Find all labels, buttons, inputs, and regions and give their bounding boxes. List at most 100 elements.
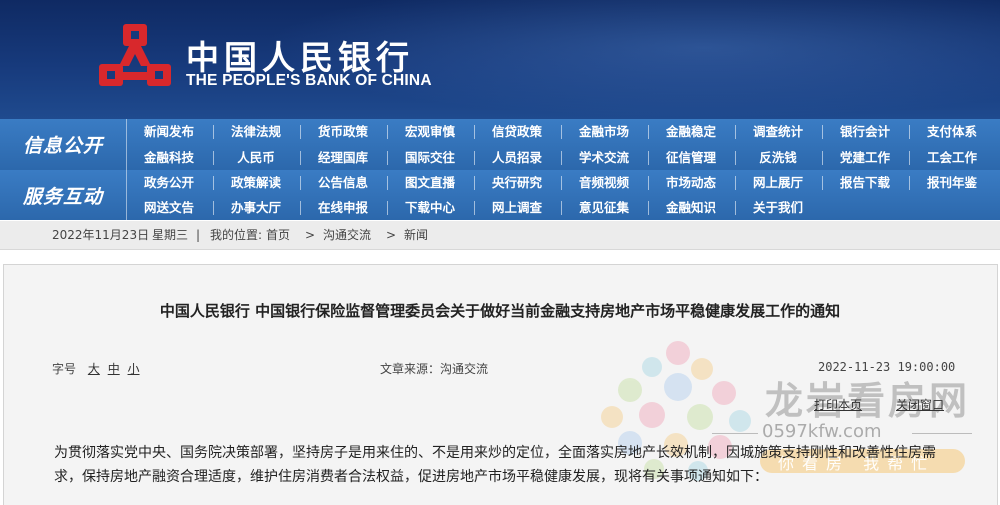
pboc-logo-icon[interactable] [95, 22, 175, 94]
current-date: 2022年11月23日 [52, 228, 150, 242]
nav-separator [300, 151, 301, 165]
breadcrumb-arrow: > [305, 228, 316, 242]
nav-item-group1-row2-5[interactable]: 学术交流 [561, 145, 647, 170]
breadcrumb-bar: 2022年11月23日 星期三 | 我的位置: 首页 > 沟通交流 > 新闻 [0, 221, 1000, 250]
article-paragraph: 为贯彻落实党中央、国务院决策部署，坚持房子是用来住的、不是用来炒的定位，全面落实… [54, 445, 936, 485]
nav-item-group1-row2-3[interactable]: 国际交往 [387, 145, 473, 170]
nav-separator [909, 151, 910, 165]
nav-item-group2-row2-0[interactable]: 网送文告 [126, 195, 212, 220]
nav-separator [735, 151, 736, 165]
print-page-link[interactable]: 打印本页 [814, 396, 862, 413]
nav-group-service-interaction: 服务互动 政务公开 政策解读 公告信息 图文直播 央行研究 音频视频 市场动态 网上展厅 报告下… [0, 170, 1000, 221]
nav-separator [213, 176, 214, 190]
nav-separator [474, 151, 475, 165]
nav-separator [822, 176, 823, 190]
nav-separator [648, 151, 649, 165]
nav-separator [648, 176, 649, 190]
nav-item-group1-row2-1[interactable]: 人民币 [213, 145, 299, 170]
nav-separator [387, 151, 388, 165]
nav-separator [213, 125, 214, 139]
font-size-small-link[interactable]: 小 [128, 362, 140, 376]
font-size-label: 字号 [52, 362, 77, 376]
nav-separator [387, 201, 388, 215]
nav-item-group1-row1-4[interactable]: 信贷政策 [474, 119, 560, 144]
nav-separator [822, 151, 823, 165]
nav-item-group1-row1-2[interactable]: 货币政策 [300, 119, 386, 144]
nav-separator [735, 125, 736, 139]
nav-item-group1-row2-0[interactable]: 金融科技 [126, 145, 212, 170]
nav-separator [474, 176, 475, 190]
nav-item-group1-row1-5[interactable]: 金融市场 [561, 119, 647, 144]
nav-item-group1-row2-9[interactable]: 工会工作 [909, 145, 995, 170]
nav-item-group2-row1-8[interactable]: 报告下载 [822, 170, 908, 195]
nav-item-group2-row2-5[interactable]: 意见征集 [561, 195, 647, 220]
close-window-link[interactable]: 关闭窗口 [896, 396, 944, 413]
nav-item-group1-row2-4[interactable]: 人员招录 [474, 145, 560, 170]
watermark-url: 0597kfw.com [762, 421, 882, 442]
nav-separator [474, 201, 475, 215]
nav-item-group2-row1-6[interactable]: 市场动态 [648, 170, 734, 195]
nav-separator [387, 176, 388, 190]
breadcrumb-communication[interactable]: 沟通交流 [323, 221, 371, 249]
nav-item-group2-row2-4[interactable]: 网上调查 [474, 195, 560, 220]
nav-item-group1-row2-7[interactable]: 反洗钱 [735, 145, 821, 170]
nav-item-group2-row1-0[interactable]: 政务公开 [126, 170, 212, 195]
nav-item-group1-row1-6[interactable]: 金融稳定 [648, 119, 734, 144]
nav-item-group2-row1-4[interactable]: 央行研究 [474, 170, 560, 195]
main-navigation: 信息公开 新闻发布 法律法规 货币政策 宏观审慎 信贷政策 金融市场 金融稳定 调查统计 银行会… [0, 119, 1000, 221]
nav-group-info-disclosure: 信息公开 新闻发布 法律法规 货币政策 宏观审慎 信贷政策 金融市场 金融稳定 调查统计 银行会… [0, 119, 1000, 171]
nav-item-group2-row1-1[interactable]: 政策解读 [213, 170, 299, 195]
nav-item-group1-row1-7[interactable]: 调查统计 [735, 119, 821, 144]
nav-item-group1-row2-8[interactable]: 党建工作 [822, 145, 908, 170]
font-size-medium-link[interactable]: 中 [108, 362, 120, 376]
nav-separator [300, 201, 301, 215]
nav-separator [561, 176, 562, 190]
nav-item-group2-row1-7[interactable]: 网上展厅 [735, 170, 821, 195]
nav-item-group2-row2-7[interactable]: 关于我们 [735, 195, 821, 220]
nav-item-group2-row1-5[interactable]: 音频视频 [561, 170, 647, 195]
nav-separator [648, 125, 649, 139]
breadcrumb-home[interactable]: 首页 [266, 221, 290, 249]
site-header: 中国人民银行 THE PEOPLE'S BANK OF CHINA [0, 0, 1000, 119]
font-size-control: 字号 大 中 小 [52, 360, 140, 377]
nav-item-group1-row1-0[interactable]: 新闻发布 [126, 119, 212, 144]
nav-separator [213, 201, 214, 215]
nav-item-group1-row1-8[interactable]: 银行会计 [822, 119, 908, 144]
nav-item-group1-row1-3[interactable]: 宏观审慎 [387, 119, 473, 144]
nav-item-group2-row2-6[interactable]: 金融知识 [648, 195, 734, 220]
current-weekday: 星期三 [152, 228, 189, 242]
nav-separator [909, 125, 910, 139]
location-label: 我的位置: [210, 228, 263, 242]
nav-separator [561, 201, 562, 215]
nav-separator [909, 176, 910, 190]
breadcrumb-arrow: > [386, 228, 397, 242]
nav-separator [213, 151, 214, 165]
nav-item-group1-row1-1[interactable]: 法律法规 [213, 119, 299, 144]
nav-separator [300, 125, 301, 139]
nav-item-group2-row1-9[interactable]: 报刊年鉴 [909, 170, 995, 195]
nav-item-group2-row2-1[interactable]: 办事大厅 [213, 195, 299, 220]
logo-english-name: THE PEOPLE'S BANK OF CHINA [186, 72, 432, 89]
nav-item-group1-row1-9[interactable]: 支付体系 [909, 119, 995, 144]
nav-item-group2-row2-3[interactable]: 下载中心 [387, 195, 473, 220]
nav-separator [561, 151, 562, 165]
nav-item-group1-row2-2[interactable]: 经理国库 [300, 145, 386, 170]
nav-item-group1-row2-6[interactable]: 征信管理 [648, 145, 734, 170]
nav-item-group2-row1-3[interactable]: 图文直播 [387, 170, 473, 195]
nav-separator [387, 125, 388, 139]
nav-separator [648, 201, 649, 215]
article-title: 中国人民银行 中国银行保险监督管理委员会关于做好当前金融支持房地产市场平稳健康发… [159, 302, 841, 320]
nav-group-title: 信息公开 [0, 119, 127, 170]
article-datetime: 2022-11-23 19:00:00 [818, 360, 956, 374]
nav-item-group2-row1-2[interactable]: 公告信息 [300, 170, 386, 195]
nav-separator [735, 201, 736, 215]
font-size-large-link[interactable]: 大 [88, 362, 100, 376]
nav-separator [735, 176, 736, 190]
nav-item-group2-row2-2[interactable]: 在线申报 [300, 195, 386, 220]
watermark-line-left [712, 433, 758, 434]
article-source: 文章来源：沟通交流 [380, 362, 489, 376]
watermark-line-right [912, 433, 972, 434]
breadcrumb-news[interactable]: 新闻 [404, 221, 428, 249]
nav-separator [474, 125, 475, 139]
nav-separator [822, 125, 823, 139]
